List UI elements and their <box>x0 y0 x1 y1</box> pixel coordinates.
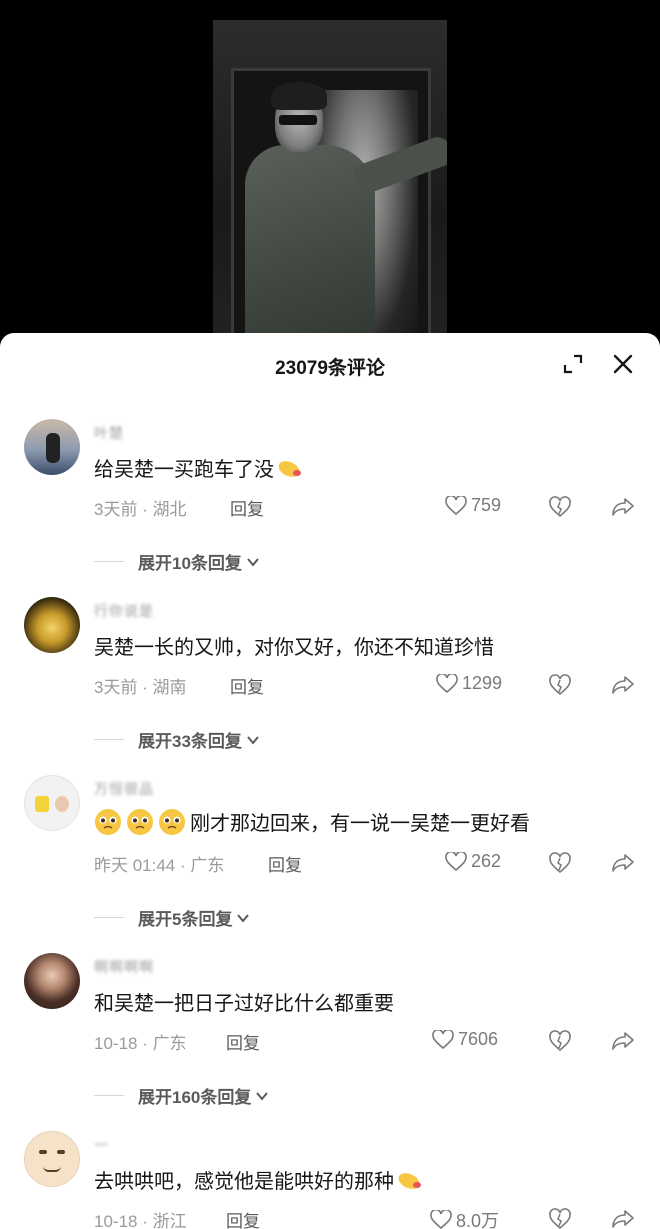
like-count: 8.0万 <box>456 1211 500 1229</box>
video-preview[interactable] <box>0 0 660 345</box>
comment-username[interactable]: 啊啊啊啊 <box>94 957 154 977</box>
comments-count-title: 23079条评论 <box>275 358 385 379</box>
heart-outline-icon <box>445 495 467 515</box>
comment-text: 刚才那边回来，有一说一吴楚一更好看 <box>94 807 530 836</box>
avatar[interactable] <box>24 419 80 475</box>
pleading-face-emoji <box>127 809 153 835</box>
share-arrow-icon[interactable] <box>610 851 636 875</box>
broken-heart-icon[interactable] <box>548 1207 572 1229</box>
like-button[interactable]: 262 <box>445 851 501 872</box>
pleading-face-emoji <box>159 809 185 835</box>
comment-time-location: 10-18 · 广东 <box>94 1034 187 1053</box>
like-button[interactable]: 8.0万 <box>430 1207 499 1229</box>
heart-outline-icon <box>445 851 467 871</box>
like-count: 1299 <box>462 673 503 693</box>
comment-username[interactable]: 叶楚 <box>94 423 124 443</box>
like-button[interactable]: 1299 <box>436 673 502 694</box>
heart-outline-icon <box>436 673 458 693</box>
comment-time-location: 昨天 01:44 · 广东 <box>94 856 225 875</box>
heart-outline-icon <box>430 1210 452 1229</box>
like-count: 759 <box>471 495 502 515</box>
comment-text: 去哄哄吧，感觉他是能哄好的那种 <box>94 1165 422 1194</box>
pointing-hand-emoji <box>278 461 301 477</box>
expand-icon[interactable] <box>562 353 584 375</box>
comment-text: 和吴楚一把日子过好比什么都重要 <box>94 993 394 1015</box>
comment-username[interactable]: 万恒很品 <box>94 779 154 799</box>
chevron-down-icon <box>256 1091 269 1101</box>
avatar[interactable] <box>24 1131 80 1187</box>
video-thumbnail <box>213 20 447 345</box>
chevron-down-icon <box>247 735 259 745</box>
broken-heart-icon[interactable] <box>548 1029 572 1053</box>
heart-outline-icon <box>432 1029 454 1049</box>
comment-text: 吴楚一长的又帅，对你又好，你还不知道珍惜 <box>94 637 494 659</box>
avatar[interactable] <box>24 953 80 1009</box>
broken-heart-icon[interactable] <box>548 851 572 875</box>
close-icon[interactable] <box>612 353 634 375</box>
like-count: 7606 <box>458 1029 499 1049</box>
comment-text: 给吴楚一买跑车了没 <box>94 453 302 482</box>
like-count: 262 <box>471 851 502 871</box>
comment-username[interactable]: 行你说是 <box>94 601 154 621</box>
comments-sheet: 23079条评论 叶楚 给吴楚一买跑车了没 3天前 · 湖北 回复 759 展开… <box>0 333 660 1229</box>
comment-time-location: 10-18 · 浙江 <box>94 1212 187 1229</box>
chevron-down-icon <box>247 557 259 567</box>
comment-time-location: 3天前 · 湖北 <box>94 500 187 519</box>
expand-replies-button[interactable]: 展开33条回复 <box>94 727 260 752</box>
pleading-face-emoji <box>95 809 121 835</box>
share-arrow-icon[interactable] <box>610 495 636 519</box>
reply-button[interactable]: 回复 <box>226 1029 260 1054</box>
avatar[interactable] <box>24 775 80 831</box>
share-arrow-icon[interactable] <box>610 673 636 697</box>
like-button[interactable]: 7606 <box>432 1029 498 1050</box>
reply-button[interactable]: 回复 <box>268 851 302 876</box>
pointing-hand-emoji <box>398 1173 421 1189</box>
expand-replies-button[interactable]: 展开10条回复 <box>94 549 260 574</box>
comment-time-location: 3天前 · 湖南 <box>94 678 187 697</box>
comment-username[interactable]: 一 <box>94 1135 109 1155</box>
comments-header: 23079条评论 <box>0 333 660 395</box>
share-arrow-icon[interactable] <box>610 1029 636 1053</box>
share-arrow-icon[interactable] <box>610 1207 636 1229</box>
expand-replies-button[interactable]: 展开160条回复 <box>94 1083 269 1108</box>
avatar[interactable] <box>24 597 80 653</box>
broken-heart-icon[interactable] <box>548 673 572 697</box>
chevron-down-icon <box>237 913 250 923</box>
broken-heart-icon[interactable] <box>548 495 572 519</box>
reply-button[interactable]: 回复 <box>226 1207 260 1229</box>
reply-button[interactable]: 回复 <box>230 495 264 520</box>
reply-button[interactable]: 回复 <box>230 673 264 698</box>
like-button[interactable]: 759 <box>445 495 501 516</box>
expand-replies-button[interactable]: 展开5条回复 <box>94 905 250 930</box>
